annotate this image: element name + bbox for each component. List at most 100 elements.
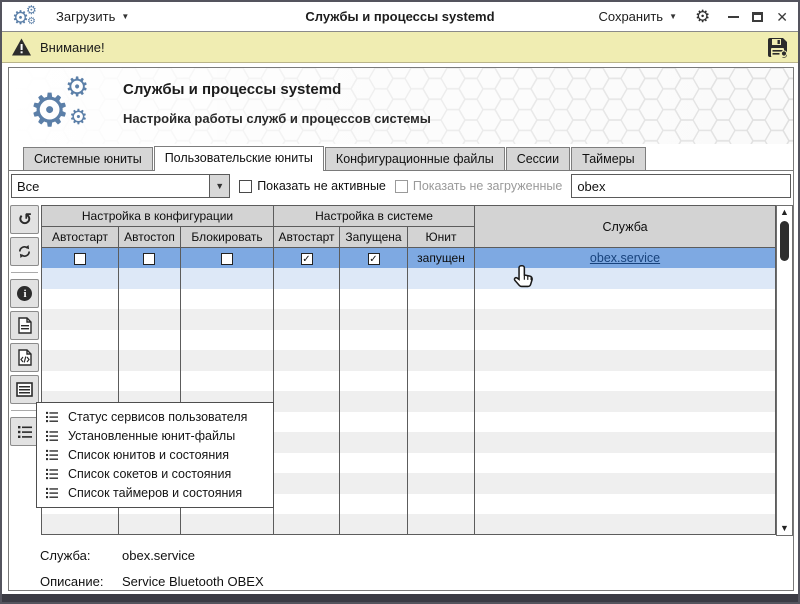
col-running-system: Запущена	[339, 226, 408, 248]
table-row[interactable]	[40, 309, 777, 330]
app-logo-large-icon: ⚙ ⚙ ⚙	[29, 72, 90, 136]
bullet-list-icon	[46, 468, 58, 479]
minimize-button[interactable]	[728, 15, 740, 18]
table-row[interactable]	[40, 350, 777, 371]
chevron-down-icon: ▼	[215, 181, 225, 191]
save-menu-button[interactable]: Сохранить ▼	[598, 9, 677, 24]
show-unloaded-checkbox: Показать не загруженные	[394, 179, 563, 193]
search-input[interactable]	[571, 174, 791, 198]
context-menu-item-label: Список юнитов и состояния	[68, 447, 229, 462]
row-checkbox[interactable]	[367, 252, 380, 265]
filter-row: Все ▼ Показать не активные Показать не з…	[9, 171, 793, 201]
vertical-scrollbar[interactable]: ▲ ▼	[776, 205, 793, 536]
context-menu-item-label: Список сокетов и состояния	[68, 466, 232, 481]
scope-dropdown[interactable]: Все ▼	[11, 174, 231, 198]
tab-3[interactable]: Сессии	[505, 147, 571, 170]
service-detail-value: obex.service	[122, 548, 195, 563]
warning-bar: Внимание!	[2, 32, 798, 63]
service-detail-label: Служба:	[40, 548, 91, 563]
load-button-label: Загрузить	[56, 9, 116, 24]
load-menu-button[interactable]: Загрузить ▼	[56, 9, 129, 24]
table-row[interactable]	[40, 268, 777, 289]
refresh-button[interactable]	[10, 237, 40, 266]
table-row[interactable]	[40, 288, 777, 309]
show-inactive-label: Показать не активные	[257, 179, 386, 193]
save-button-label: Сохранить	[598, 9, 664, 24]
context-menu-item-label: Установленные юнит-файлы	[68, 428, 236, 443]
show-unloaded-label: Показать не загруженные	[412, 179, 563, 193]
context-menu-item[interactable]: Список сокетов и состояния	[37, 464, 273, 483]
scroll-up-icon[interactable]: ▲	[780, 206, 789, 219]
scroll-down-icon[interactable]: ▼	[780, 522, 789, 535]
title-bar: ⚙ ⚙ ⚙ Загрузить ▼ Службы и процессы syst…	[2, 2, 798, 32]
system-group-header: Настройка в системе	[272, 205, 476, 227]
row-checkbox[interactable]	[300, 252, 313, 265]
context-menu-item[interactable]: Список таймеров и состояния	[37, 483, 273, 502]
bullet-list-icon	[46, 430, 58, 441]
document-icon	[18, 317, 32, 334]
service-link[interactable]: obex.service	[590, 251, 660, 265]
description-detail-value: Service Bluetooth OBEX	[122, 574, 264, 589]
page-subtitle: Настройка работы служб и процессов систе…	[123, 111, 431, 126]
history-icon: ↺	[17, 210, 33, 229]
table-row-selected[interactable]: запущен obex.service	[40, 247, 777, 268]
bottom-bar	[2, 594, 798, 602]
warning-icon	[12, 38, 31, 56]
table-row[interactable]	[40, 329, 777, 350]
save-file-icon[interactable]	[766, 36, 789, 59]
info-icon: i	[17, 286, 33, 301]
code-document-icon	[18, 349, 32, 366]
col-autostop-config: Автостоп	[117, 226, 181, 248]
unit-state-cell: запущен	[406, 247, 476, 268]
tab-4[interactable]: Таймеры	[571, 147, 646, 170]
table-row[interactable]	[40, 370, 777, 391]
warning-text: Внимание!	[40, 39, 105, 55]
checkbox-box	[394, 179, 408, 193]
app-logo-icon: ⚙ ⚙ ⚙	[12, 2, 37, 29]
show-inactive-checkbox[interactable]: Показать не активные	[239, 179, 386, 193]
bullet-list-icon	[46, 487, 58, 498]
scope-dropdown-value: Все	[17, 178, 40, 194]
checkbox-box[interactable]	[239, 179, 253, 193]
document-button[interactable]	[10, 311, 40, 340]
maximize-button[interactable]	[752, 11, 764, 22]
bullet-list-icon	[17, 425, 32, 438]
col-autostart-system: Автостарт	[273, 226, 340, 248]
scrollbar-thumb[interactable]	[780, 221, 789, 261]
refresh-icon	[19, 245, 31, 258]
list-view-button[interactable]	[10, 375, 40, 404]
context-menu-item[interactable]: Список юнитов и состояния	[37, 445, 273, 464]
dropdown-button[interactable]: ▼	[209, 175, 230, 197]
context-menu: Статус сервисов пользователя Установленн…	[36, 402, 274, 508]
service-column-header: Служба	[474, 205, 777, 248]
hand-cursor-icon	[513, 265, 533, 288]
list-icon	[16, 382, 34, 397]
banner: ⚙ ⚙ ⚙ Службы и процессы systemd Настройк…	[9, 68, 793, 144]
col-autostart-config: Автостарт	[40, 226, 119, 248]
table-row[interactable]	[40, 514, 777, 535]
config-group-header: Настройка в конфигурации	[40, 205, 275, 227]
tab-0[interactable]: Системные юниты	[23, 147, 153, 170]
info-button[interactable]: i	[10, 279, 40, 308]
page-title: Службы и процессы systemd	[123, 81, 342, 98]
context-menu-item-label: Список таймеров и состояния	[68, 485, 243, 500]
tab-1[interactable]: Пользовательские юниты	[153, 146, 324, 171]
chevron-down-icon: ▼	[121, 12, 130, 21]
context-menu-item-label: Статус сервисов пользователя	[68, 409, 248, 424]
toolbar-separator	[11, 272, 39, 273]
table-group-header-row: Настройка в конфигурации Настройка в сис…	[40, 205, 777, 248]
app-window: ⚙ ⚙ ⚙ Загрузить ▼ Службы и процессы syst…	[0, 0, 800, 604]
col-unit: Юнит	[406, 226, 476, 248]
row-checkbox[interactable]	[143, 252, 156, 265]
tab-2[interactable]: Конфигурационные файлы	[324, 147, 505, 170]
context-menu-item[interactable]: Статус сервисов пользователя	[37, 407, 273, 426]
bullet-list-icon	[46, 449, 58, 460]
settings-gear-icon[interactable]: ⚙	[695, 7, 710, 27]
history-button[interactable]: ↺	[10, 205, 40, 234]
code-document-button[interactable]	[10, 343, 40, 372]
context-menu-item[interactable]: Установленные юнит-файлы	[37, 426, 273, 445]
row-checkbox[interactable]	[73, 252, 86, 265]
close-button[interactable]: ✕	[776, 10, 788, 24]
row-checkbox[interactable]	[220, 252, 233, 265]
chevron-down-icon: ▼	[669, 12, 678, 21]
